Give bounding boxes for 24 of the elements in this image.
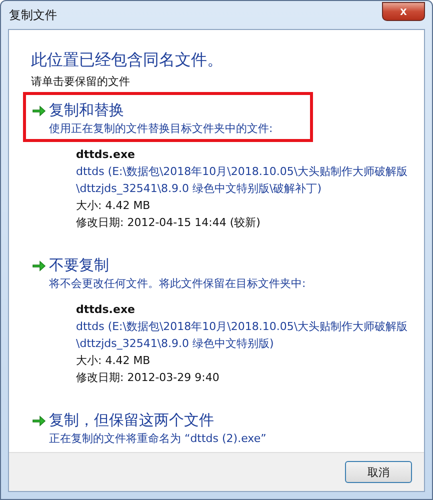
file-path: dttds (E:\数据包\2018年10月\2018.10.05\大头贴制作大师破解版 <box>76 164 408 180</box>
file-name: dttds.exe <box>76 302 136 318</box>
arrow-icon <box>32 414 46 426</box>
file-size: 大小: 4.42 MB <box>76 198 152 214</box>
option-description: 将不会更改任何文件。将此文件保留在目标文件夹中: <box>49 276 307 291</box>
file-path: \dttzjds_32541\8.9.0 绿色中文特别版\破解补丁) <box>76 181 323 197</box>
instruction-text: 请单击要保留的文件 <box>31 74 131 89</box>
file-path: dttds (E:\数据包\2018年10月\2018.10.05\大头贴制作大师破解版 <box>76 319 408 335</box>
file-path: \dttzjds_32541\8.9.0 绿色中文特别版) <box>76 336 275 352</box>
option-description: 使用正在复制的文件替换目标文件夹中的文件: <box>49 121 274 136</box>
file-size: 大小: 4.42 MB <box>76 353 152 369</box>
option-link[interactable]: 复制和替换 <box>49 101 124 120</box>
option-link[interactable]: 复制，但保留这两个文件 <box>49 411 214 430</box>
window-title: 复制文件 <box>8 6 57 24</box>
file-name: dttds.exe <box>76 147 136 163</box>
arrow-icon <box>32 260 46 272</box>
cancel-button[interactable]: 取消 <box>345 461 412 483</box>
option-description: 正在复制的文件将重命名为 “dttds (2).exe” <box>49 431 268 446</box>
modified-date: 修改日期: 2012-03-29 9:40 <box>76 370 220 386</box>
close-button[interactable]: x <box>382 2 425 20</box>
option-link[interactable]: 不要复制 <box>49 256 109 275</box>
arrow-icon <box>32 104 46 116</box>
dialog-heading: 此位置已经包含同名文件。 <box>31 50 224 71</box>
modified-date: 修改日期: 2012-04-15 14:44 (较新) <box>76 215 262 231</box>
